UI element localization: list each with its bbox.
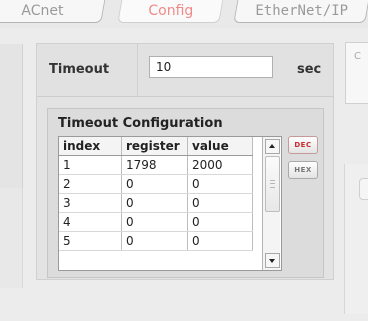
cell-value[interactable]: 0	[187, 174, 253, 194]
right-panel-control[interactable]	[359, 178, 368, 200]
cell-index: 4	[59, 212, 122, 232]
cell-value[interactable]: 0	[187, 231, 253, 251]
left-side-panel-lower	[0, 188, 23, 288]
scroll-down-arrow-icon[interactable]	[265, 253, 280, 268]
tab-ethernet-ip[interactable]: EtherNet/IP	[233, 0, 368, 23]
timeout-configuration-panel: Timeout Configuration index register val…	[47, 108, 324, 278]
cell-register[interactable]: 0	[121, 212, 188, 232]
column-header-index[interactable]: index	[59, 137, 122, 156]
timeout-table-body: index register value 1 1798 2000 2 0 0 3…	[59, 137, 253, 251]
tab-config-label: Config	[147, 3, 193, 19]
cell-register[interactable]: 0	[121, 231, 188, 251]
right-side-panel: C	[345, 42, 368, 104]
table-row[interactable]: 4 0 0	[59, 212, 253, 232]
dec-button[interactable]: DEC	[288, 136, 318, 154]
config-card: Timeout sec Timeout Configuration index …	[36, 43, 334, 280]
table-row[interactable]: 5 0 0	[59, 231, 253, 251]
tab-config[interactable]: Config	[117, 0, 225, 23]
scroll-up-arrow-icon[interactable]	[265, 139, 280, 154]
cell-value[interactable]: 2000	[187, 155, 253, 175]
divider	[137, 44, 138, 96]
tab-strip: ACnet EtherNet/IP Config	[0, 0, 368, 28]
cell-register[interactable]: 0	[121, 193, 188, 213]
right-side-panel-text: C	[354, 51, 361, 62]
left-side-panel	[0, 44, 23, 194]
tab-bacnet-label: ACnet	[21, 3, 64, 19]
cell-index: 3	[59, 193, 122, 213]
timeout-label: Timeout	[49, 62, 110, 77]
table-header-row: index register value	[59, 137, 253, 156]
timeout-input[interactable]	[149, 56, 273, 78]
timeout-unit: sec	[297, 62, 322, 77]
tab-bacnet[interactable]: ACnet	[0, 0, 107, 23]
cell-register[interactable]: 1798	[121, 155, 188, 175]
hex-button[interactable]: HEX	[288, 161, 318, 179]
tab-ethernet-ip-label: EtherNet/IP	[255, 3, 348, 19]
table-row[interactable]: 3 0 0	[59, 193, 253, 213]
cell-index: 1	[59, 155, 122, 175]
column-header-value[interactable]: value	[187, 137, 253, 156]
right-side-panel-lower	[344, 164, 368, 314]
main-panel: C Timeout sec Timeout Configuration inde…	[0, 28, 368, 321]
column-header-register[interactable]: register	[121, 137, 188, 156]
cell-value[interactable]: 0	[187, 212, 253, 232]
cell-register[interactable]: 0	[121, 174, 188, 194]
table-row[interactable]: 2 0 0	[59, 174, 253, 194]
cell-index: 5	[59, 231, 122, 251]
table-row[interactable]: 1 1798 2000	[59, 155, 253, 175]
table-scrollbar[interactable]	[262, 137, 280, 270]
grip-icon	[270, 180, 275, 188]
timeout-table: index register value 1 1798 2000 2 0 0 3…	[58, 136, 282, 271]
cell-index: 2	[59, 174, 122, 194]
timeout-row: Timeout sec	[37, 44, 333, 97]
scrollbar-thumb[interactable]	[265, 156, 280, 212]
timeout-configuration-title: Timeout Configuration	[58, 116, 223, 131]
cell-value[interactable]: 0	[187, 193, 253, 213]
